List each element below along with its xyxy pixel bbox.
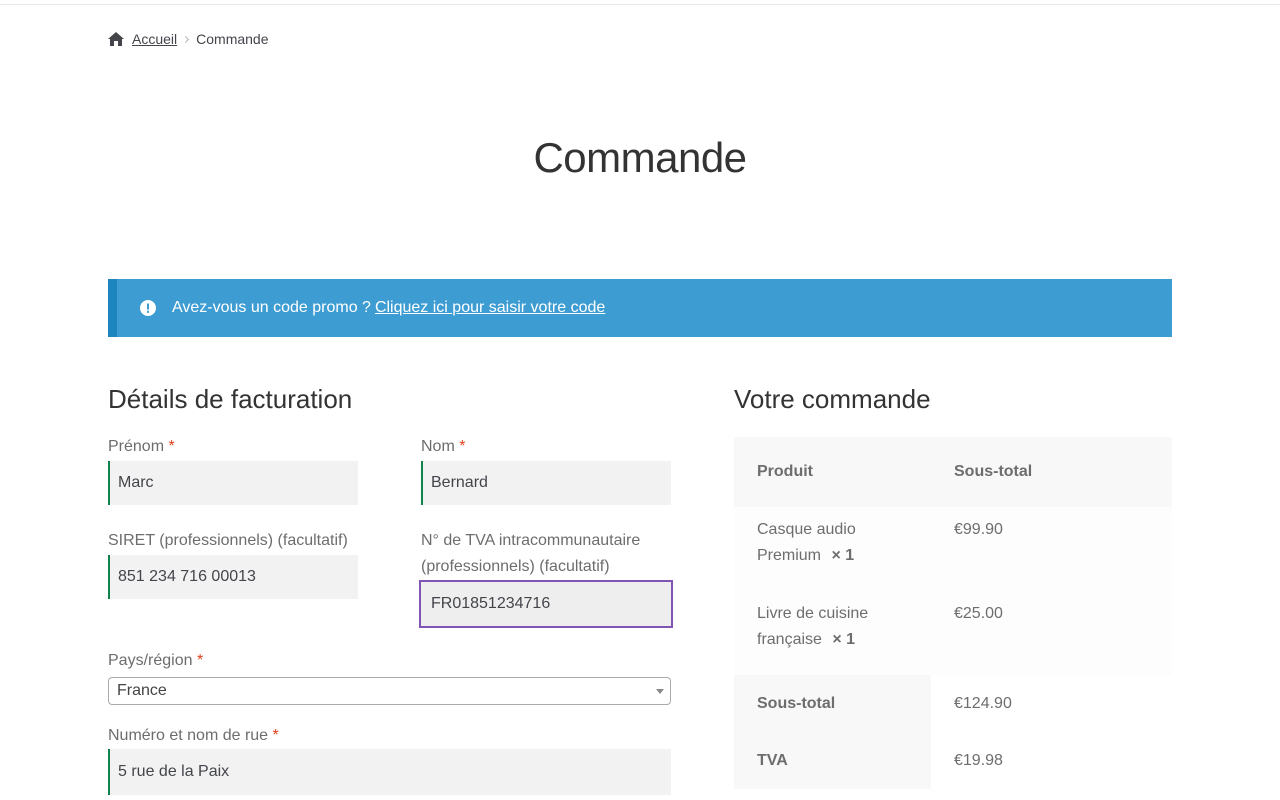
chevron-down-icon [656,689,664,694]
subtotal-column-header: Sous-total [954,463,1033,480]
page-title: Commande [533,134,747,181]
order-review-table: Produit Sous-total Casque audio Premium … [734,437,1172,789]
vat-label: N° de TVA intracommunautaire (profession… [421,528,640,580]
subtotal-row: Sous-total €124.90 [734,675,1172,732]
country-select-value: France [117,682,167,699]
country-label: Pays/région * [108,648,203,674]
order-title: Votre commande [734,384,931,414]
vat-label-line1: N° de TVA intracommunautaire [421,532,641,549]
info-icon [140,300,156,316]
product-name-line1: Casque audio [757,521,856,538]
subtotal-label: Sous-total [734,675,931,732]
last-name-label-text: Nom [421,438,455,455]
subtotal-value: €124.90 [931,675,1172,732]
product-name-line2: française [757,631,822,648]
required-mark: * [459,438,466,455]
breadcrumb: Accueil Commande [108,30,269,48]
product-quantity: × 1 [831,547,855,564]
country-select[interactable]: France [108,677,671,705]
promo-text: Avez-vous un code promo ? [172,299,371,316]
product-price: €25.00 [954,605,1003,622]
street-input[interactable]: 5 rue de la Paix [108,749,671,795]
home-icon [108,32,124,46]
billing-title: Détails de facturation [108,384,353,414]
first-name-label-text: Prénom [108,438,165,455]
siret-input[interactable]: 851 234 716 00013 [108,555,358,599]
required-mark: * [196,652,204,669]
breadcrumb-current: Commande [196,31,269,47]
vat-label-line2: (professionnels) (facultatif) [421,558,610,575]
country-label-text: Pays/région [108,652,193,669]
breadcrumb-home-link[interactable]: Accueil [132,31,177,47]
required-mark: * [272,727,279,744]
tax-value: €19.98 [931,732,1172,789]
table-header-row: Produit Sous-total [734,437,1172,507]
table-row: Casque audio Premium × 1 €99.90 [734,507,1172,591]
siret-label: SIRET (professionnels) (facultatif) [108,532,348,549]
promo-notice: Avez-vous un code promo ? Cliquez ici po… [108,279,1172,337]
last-name-label: Nom * [421,434,465,460]
street-label-text: Numéro et nom de rue [108,727,269,744]
product-name-line2: Premium [757,547,822,564]
first-name-input[interactable]: Marc [108,461,358,505]
required-mark: * [168,438,175,455]
tax-label: TVA [734,732,931,789]
product-quantity: × 1 [832,631,856,648]
product-column-header: Produit [757,463,813,480]
table-row: Livre de cuisine française × 1 €25.00 [734,591,1172,675]
breadcrumb-separator [182,35,190,43]
street-label: Numéro et nom de rue * [108,723,279,749]
first-name-label: Prénom * [108,434,175,460]
vat-input[interactable]: FR01851234716 [419,580,673,628]
product-name-line1: Livre de cuisine [757,605,869,622]
product-name: Casque audio Premium × 1 [734,517,931,569]
product-price: €99.90 [954,521,1003,538]
last-name-input[interactable]: Bernard [421,461,671,505]
product-name: Livre de cuisine française × 1 [734,601,931,653]
tax-row: TVA €19.98 [734,732,1172,789]
promo-code-link[interactable]: Cliquez ici pour saisir votre code [375,299,605,317]
header-divider [0,4,1280,5]
